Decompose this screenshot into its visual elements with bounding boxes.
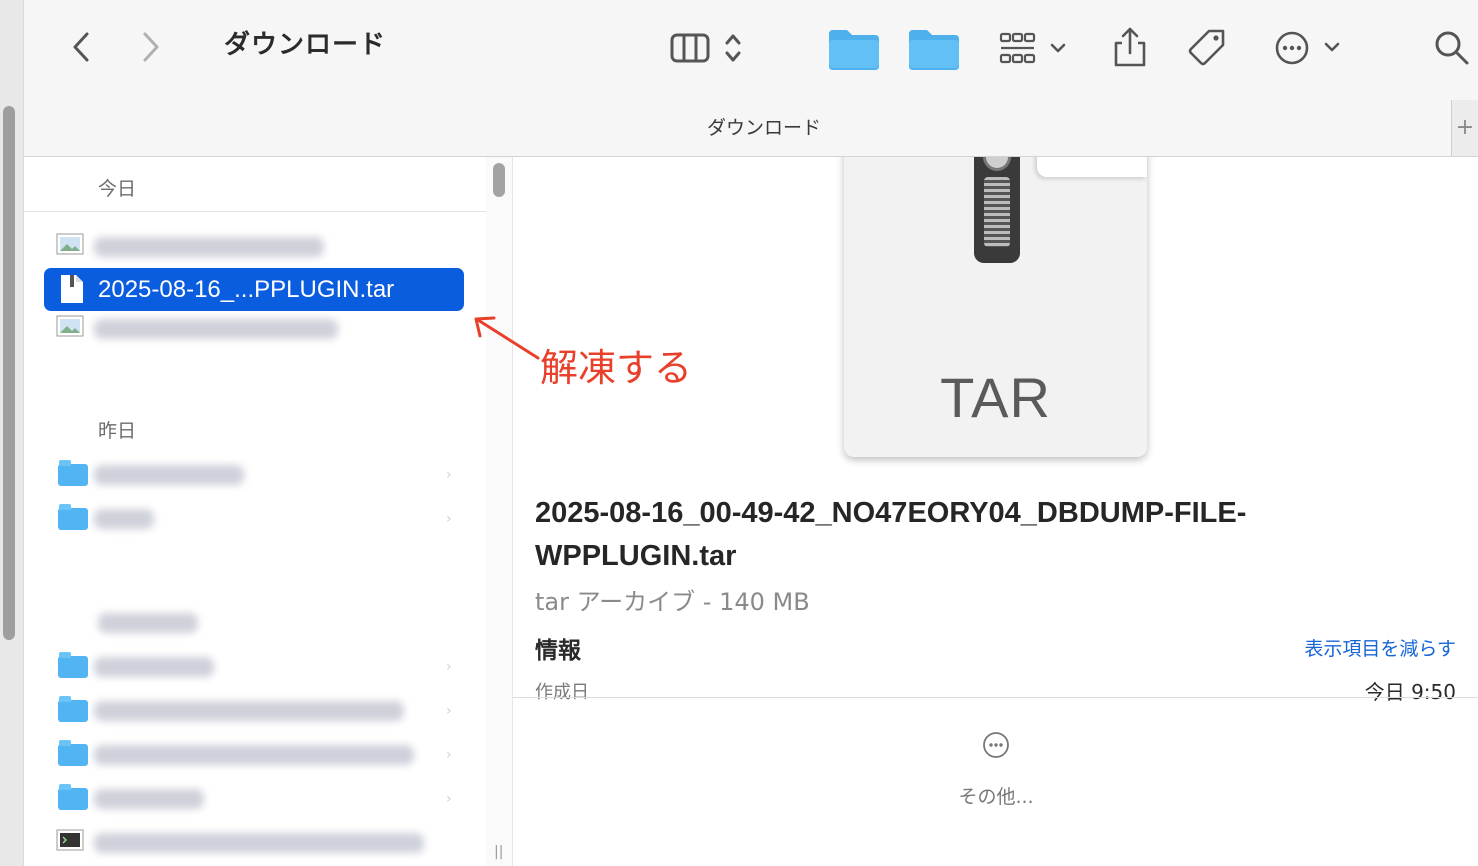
more-actions-icon[interactable]	[1274, 28, 1346, 68]
doc-type-label: TAR	[940, 366, 1051, 429]
folder-icon	[58, 504, 88, 530]
list-item[interactable]: ›	[44, 499, 464, 539]
section-today: 今日	[98, 178, 137, 200]
list-item[interactable]	[44, 309, 464, 349]
left-window-edge	[0, 0, 24, 866]
scrollbar-thumb[interactable]	[493, 163, 505, 197]
show-less-link[interactable]: 表示項目を減らす	[1304, 634, 1456, 661]
chevron-right-icon: ›	[446, 791, 452, 807]
file-kind-size: tar アーカイブ - 140 MB	[535, 588, 810, 616]
blurred-folder-name	[94, 509, 154, 529]
zipper-pull	[983, 157, 1011, 171]
left-scrollbar-thumb[interactable]	[3, 106, 15, 640]
blurred-file-name	[94, 237, 324, 257]
image-file-icon	[56, 233, 84, 257]
section-yesterday: 昨日	[98, 420, 137, 442]
share-icon[interactable]	[1110, 24, 1150, 70]
blurred-file-name	[94, 319, 338, 339]
info-heading: 情報	[535, 638, 581, 664]
list-item[interactable]: ›	[44, 647, 464, 687]
list-item	[44, 603, 464, 643]
column-scrollbar[interactable]: ||	[486, 157, 513, 866]
back-icon[interactable]	[66, 30, 96, 64]
toolbar: ダウンロード	[24, 0, 1478, 100]
chevron-right-icon: ›	[446, 511, 452, 527]
folder-icon[interactable]	[906, 24, 962, 74]
blurred-folder-name	[94, 789, 204, 809]
selected-file-label: 2025-08-16_...PPLUGIN.tar	[98, 276, 395, 303]
terminal-file-icon	[56, 829, 84, 853]
divider	[513, 697, 1478, 698]
search-icon[interactable]	[1432, 28, 1472, 68]
list-item[interactable]	[44, 227, 464, 267]
list-item[interactable]: ›	[44, 691, 464, 731]
tar-document-icon: TAR	[844, 157, 1147, 457]
list-item[interactable]	[44, 823, 464, 863]
column-view-icon[interactable]	[668, 28, 712, 68]
created-label: 作成日	[535, 682, 589, 703]
folder-icon	[58, 740, 88, 766]
list-item-selected-tar[interactable]: 2025-08-16_...PPLUGIN.tar	[44, 268, 464, 311]
more-label[interactable]: その他...	[913, 782, 1079, 809]
window-title: ダウンロード	[224, 30, 387, 60]
list-item[interactable]: ›	[44, 779, 464, 819]
archive-file-icon	[60, 274, 84, 308]
annotation-arrow	[468, 310, 548, 370]
annotation-text: 解凍する	[540, 346, 693, 390]
blurred-folder-name	[94, 745, 414, 765]
list-item[interactable]: ›	[44, 735, 464, 775]
folder-icon	[58, 652, 88, 678]
chevron-right-icon: ›	[446, 659, 452, 675]
file-name: 2025-08-16_00-49-42_NO47EORY04_DBDUMP-FI…	[535, 497, 1247, 572]
page-fold	[1037, 157, 1147, 177]
tab-bar: ダウンロード +	[24, 100, 1478, 157]
blurred-folder-name	[94, 465, 244, 485]
blurred-folder-name	[94, 701, 404, 721]
folder-icon	[58, 784, 88, 810]
tag-icon[interactable]	[1186, 26, 1230, 70]
folder-icon	[58, 696, 88, 722]
more-icon[interactable]	[982, 731, 1010, 759]
created-value: 今日 9:50	[1364, 680, 1456, 704]
zipper-graphic	[974, 157, 1020, 263]
view-switch-icon[interactable]	[720, 28, 746, 68]
divider	[24, 211, 486, 212]
folder-icon[interactable]	[826, 24, 882, 74]
column-resize-grip[interactable]: ||	[494, 844, 503, 860]
group-icon[interactable]	[998, 28, 1074, 68]
blurred-folder-name	[94, 657, 214, 677]
folder-icon	[58, 460, 88, 486]
new-tab-button[interactable]: +	[1451, 100, 1478, 156]
tab-downloads[interactable]: ダウンロード	[664, 100, 864, 156]
file-list-column: 今日 2025-08-16_...PPLUGIN.tar 昨日 › › › › …	[24, 157, 487, 866]
preview-pane: TAR 2025-08-16_00-49-42_NO47EORY04_DBDUM…	[513, 157, 1478, 866]
list-item[interactable]: ›	[44, 455, 464, 495]
forward-icon[interactable]	[136, 30, 166, 64]
chevron-right-icon: ›	[446, 747, 452, 763]
image-file-icon	[56, 315, 84, 339]
blurred-file-name	[94, 833, 424, 853]
chevron-right-icon: ›	[446, 467, 452, 483]
zipper-teeth	[984, 177, 1010, 247]
chevron-right-icon: ›	[446, 703, 452, 719]
blurred-section-header	[98, 613, 198, 633]
